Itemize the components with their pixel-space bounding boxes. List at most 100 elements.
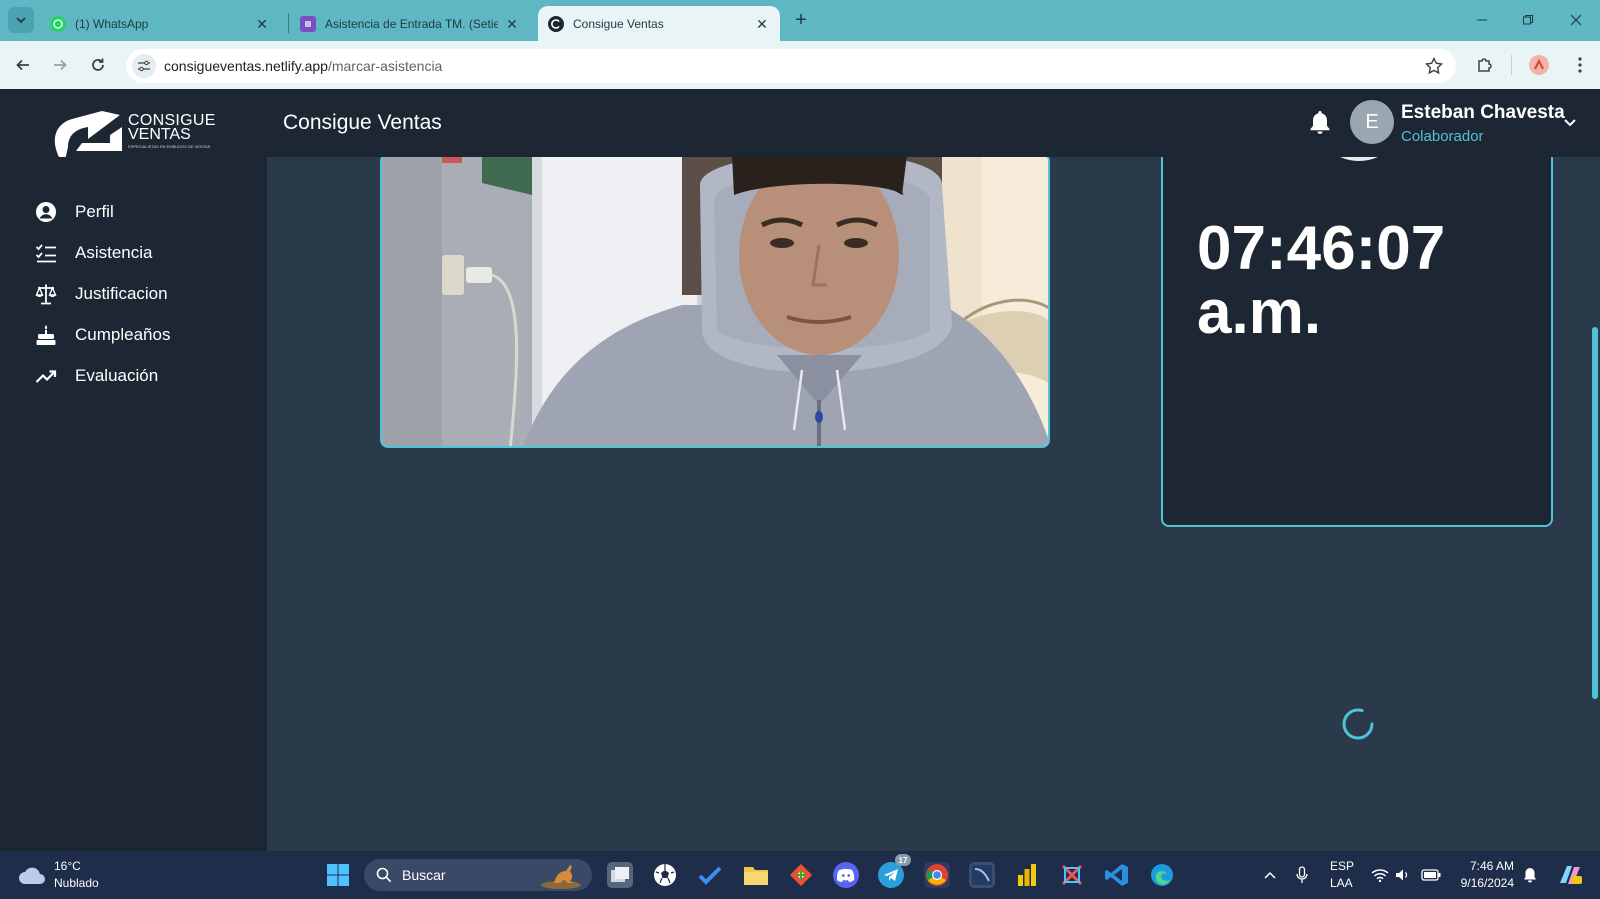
soccer-ball-icon[interactable] [652,862,678,888]
sql-app-icon[interactable] [969,862,995,888]
puzzle-icon [1478,58,1492,72]
taskbar-search-box[interactable]: Buscar [364,859,592,891]
address-bar[interactable]: consigueventas.netlify.app/marcar-asiste… [126,49,1456,83]
sidebar-item-cumpleanos[interactable]: Cumpleaños [34,318,254,352]
task-view-icon[interactable] [607,862,633,888]
forward-button[interactable] [48,53,72,77]
tab-title: Asistencia de Entrada TM. (Setie [325,16,498,31]
chevron-down-icon [16,17,26,24]
forms-icon [300,15,316,32]
sidebar-item-justificacion[interactable]: Justificacion [34,277,254,311]
trend-up-icon [34,364,58,388]
wifi-icon[interactable] [1370,863,1390,887]
url-host: consigueventas.netlify.app [164,58,328,74]
scale-icon [34,282,58,306]
browser-menu-button[interactable] [1568,53,1592,77]
sidebar-item-label: Perfil [75,202,114,221]
show-hidden-icons-button[interactable] [1262,863,1278,887]
tab-divider [288,13,289,33]
sidebar-item-asistencia[interactable]: Asistencia [34,236,254,270]
volume-icon[interactable] [1394,863,1412,887]
arrow-left-icon [16,59,29,71]
sidebar-item-label: Justificacion [75,284,168,303]
telegram-badge: 17 [895,854,911,866]
file-explorer-icon[interactable] [743,862,769,888]
clock-decoration [1313,157,1405,161]
edge-icon[interactable] [1149,862,1175,888]
logo-tagline: ESPECIALISTAS EN EMBUDOS DE VENTAS [128,144,211,149]
new-tab-button[interactable]: + [789,9,813,33]
close-window-button[interactable] [1561,8,1591,32]
taskbar-clock-time[interactable]: 7:46 AM [1454,859,1514,873]
minimize-button[interactable] [1467,8,1497,32]
close-tab-icon[interactable]: ✕ [754,16,770,32]
more-vertical-icon [1578,57,1582,73]
kangaroo-search-highlight-icon [541,865,581,889]
discord-icon[interactable] [833,862,859,888]
browser-tab-strip: (1) WhatsApp ✕ Asistencia de Entrada TM.… [0,0,1600,41]
user-role: Colaborador [1401,128,1484,145]
user-name[interactable]: Esteban Chavesta [1401,102,1565,124]
sidebar-item-label: Asistencia [75,243,153,262]
toolbar-divider [1511,55,1512,75]
logo-text: VENTAS [128,126,191,143]
notification-center-icon[interactable] [1521,863,1539,887]
weather-condition[interactable]: Nublado [54,876,99,890]
restore-button[interactable] [1513,8,1543,32]
weather-temperature[interactable]: 16°C [54,859,81,873]
bookmark-star-icon[interactable] [1424,56,1444,76]
sidebar-item-label: Cumpleaños [75,325,171,344]
app-header: CONSIGUE VENTAS ESPECIALISTAS EN EMBUDOS… [0,89,1600,165]
windows-start-icon[interactable] [326,863,350,887]
chrome-icon[interactable] [924,862,950,888]
tab-search-button[interactable] [8,7,34,33]
profile-avatar-icon [1529,55,1549,75]
battery-icon[interactable] [1420,863,1442,887]
cloud-icon[interactable] [18,864,48,886]
close-tab-icon[interactable]: ✕ [504,16,520,32]
browser-tab-asistencia[interactable]: Asistencia de Entrada TM. (Setie ✕ [290,6,530,41]
browser-tab-whatsapp[interactable]: (1) WhatsApp ✕ [40,6,280,41]
browser-toolbar: consigueventas.netlify.app/marcar-asiste… [0,41,1600,89]
chevron-up-icon [1264,871,1276,879]
taskbar: 16°C Nublado Buscar 17 ESP LAA 7:46 AM 9… [0,851,1600,899]
sidebar-item-perfil[interactable]: Perfil [34,195,254,229]
sidebar-item-evaluacion[interactable]: Evaluación [34,359,254,393]
search-placeholder: Buscar [402,867,446,883]
tab-title: (1) WhatsApp [75,16,149,31]
browser-tab-consigue-ventas[interactable]: Consigue Ventas ✕ [538,6,780,41]
vscode-icon[interactable] [1104,862,1130,888]
whatsapp-icon [50,15,66,32]
back-button[interactable] [11,53,35,77]
restore-icon [1523,15,1533,25]
git-app-icon[interactable] [788,862,814,888]
input-language[interactable]: ESP [1330,859,1354,873]
app-title: Consigue Ventas [283,111,442,134]
current-time: 07:46:07 a.m. [1197,217,1445,345]
copilot-icon[interactable] [1555,863,1585,887]
loading-spinner-icon [1342,708,1374,740]
snipping-tool-icon[interactable] [1059,862,1085,888]
chevron-down-icon[interactable] [1562,114,1578,130]
power-bi-icon[interactable] [1014,862,1040,888]
sidebar: Perfil Asistencia Justificacion Cumpleañ… [0,157,267,851]
profile-button[interactable] [1527,53,1551,77]
search-icon [376,867,392,883]
arrow-right-icon [54,59,67,71]
url-text: consigueventas.netlify.app/marcar-asiste… [164,58,442,74]
notification-bell-icon[interactable] [1308,109,1332,135]
microphone-icon[interactable] [1294,863,1310,887]
todo-check-icon[interactable] [697,862,723,888]
user-avatar[interactable]: E [1350,100,1394,144]
close-icon [1570,14,1582,26]
reload-icon [92,58,104,71]
sidebar-item-label: Evaluación [75,366,159,385]
reload-button[interactable] [86,53,110,77]
close-tab-icon[interactable]: ✕ [254,16,270,32]
page-scrollbar-thumb[interactable] [1592,327,1598,699]
extensions-button[interactable] [1473,53,1497,77]
taskbar-clock-date[interactable]: 9/16/2024 [1446,876,1514,890]
site-icon [548,15,564,32]
keyboard-layout[interactable]: LAA [1330,876,1353,890]
site-info-button[interactable] [132,54,156,78]
